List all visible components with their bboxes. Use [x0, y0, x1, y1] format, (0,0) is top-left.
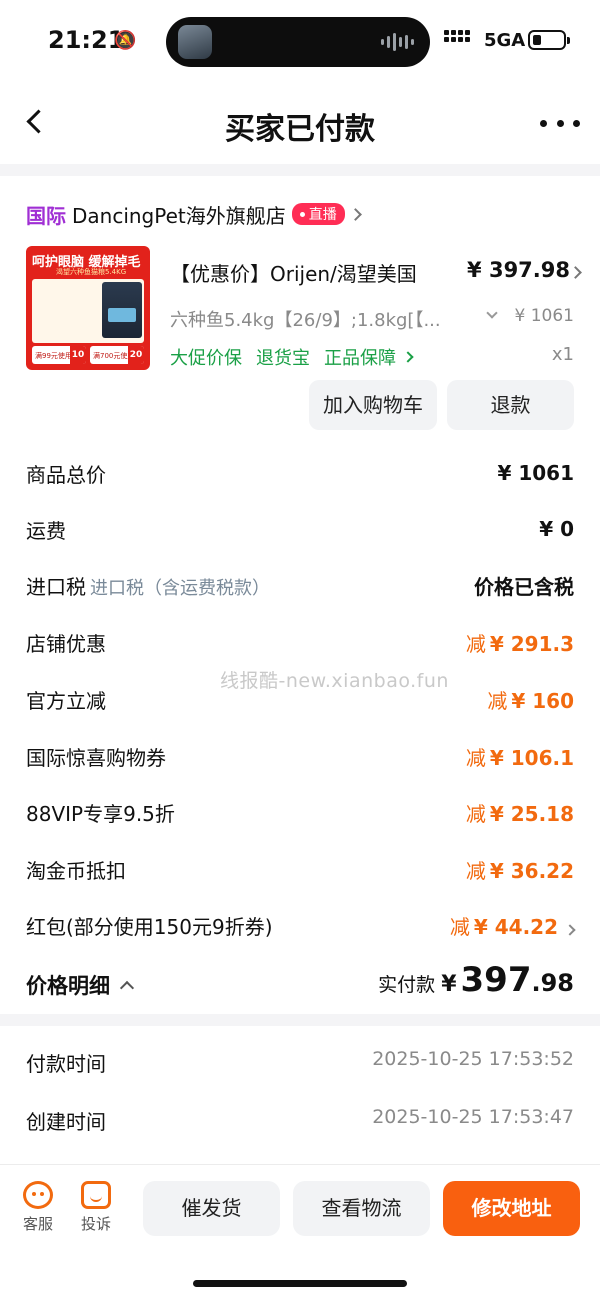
- create-time-value: 2025-10-25 17:53:47: [372, 1106, 574, 1128]
- discount-row: 88VIP专享9.5折 减 ¥ 25.18: [26, 801, 574, 826]
- more-dots-icon[interactable]: [540, 108, 580, 138]
- paid-amount: 实付款 ¥ 397 .98: [378, 960, 574, 1000]
- price-detail-toggle[interactable]: 价格明细: [26, 970, 135, 1000]
- order-time-card: 付款时间 2025-10-25 17:53:52 创建时间 2025-10-25…: [0, 1026, 600, 1164]
- shop-name[interactable]: DancingPet海外旗舰店: [72, 200, 286, 229]
- chevron-right-icon[interactable]: [569, 266, 582, 279]
- thumb-coupon: 满700元使用 20: [90, 346, 144, 364]
- import-tax-row: 进口税 进口税（含运费税款） 价格已含税: [26, 570, 574, 600]
- badge-price-protect: 大促价保: [170, 348, 242, 369]
- audio-wave-icon: [381, 32, 414, 52]
- product-original-price: ¥ 1061: [514, 306, 574, 326]
- product-sku[interactable]: 六种鱼5.4kg【26/9】;1.8kg[【...: [170, 306, 441, 332]
- badge-authentic: 正品保障: [324, 348, 396, 369]
- complain-button[interactable]: 投诉: [76, 1181, 116, 1234]
- signal-icon: [444, 30, 470, 42]
- chevron-down-icon[interactable]: [486, 307, 498, 319]
- chevron-right-icon: [564, 923, 576, 936]
- nav-bar: 买家已付款: [0, 84, 600, 164]
- view-logistics-button[interactable]: 查看物流: [293, 1181, 430, 1236]
- watermark: 线报酷-new.xianbao.fun: [220, 670, 449, 692]
- chevron-up-icon: [119, 980, 135, 996]
- badge-return-insurance: 退货宝: [256, 348, 310, 369]
- thumb-coupon: 满99元使用 10: [32, 346, 86, 364]
- thumb-product-bag: [102, 282, 142, 338]
- status-time: 21:21: [48, 26, 125, 54]
- shipping-row: 运费 ¥ 0: [26, 517, 574, 543]
- create-time-row: 创建时间 2025-10-25 17:53:47: [26, 1106, 574, 1134]
- chevron-right-icon: [348, 207, 362, 221]
- refund-button[interactable]: 退款: [447, 380, 574, 430]
- goods-total-value: ¥ 1061: [497, 461, 574, 485]
- pay-time-row: 付款时间 2025-10-25 17:53:52: [26, 1048, 574, 1076]
- product-price: ¥ 397.98: [467, 258, 570, 282]
- pay-time-value: 2025-10-25 17:53:52: [372, 1048, 574, 1070]
- battery-icon: [528, 30, 570, 50]
- shop-intl-tag: 国际: [26, 203, 66, 228]
- urge-shipping-button[interactable]: 催发货: [143, 1181, 280, 1236]
- shop-header[interactable]: 国际 DancingPet海外旗舰店 直播: [26, 200, 362, 229]
- discount-row: 淘金币抵扣 减 ¥ 36.22: [26, 858, 574, 883]
- discount-row: 国际惊喜购物券 减 ¥ 106.1: [26, 745, 574, 770]
- home-indicator[interactable]: [193, 1280, 407, 1287]
- shipping-value: ¥ 0: [539, 517, 574, 541]
- import-tax-value: 价格已含税: [474, 574, 574, 599]
- change-address-button[interactable]: 修改地址: [443, 1181, 580, 1236]
- island-avatar: [178, 25, 212, 59]
- order-card: 国际 DancingPet海外旗舰店 直播 呵护眼脑 缓解掉毛 渴望六种鱼猫粮5…: [0, 176, 600, 1014]
- product-thumbnail[interactable]: 呵护眼脑 缓解掉毛 渴望六种鱼猫粮5.4KG 满99元使用 10 满700元使用 2…: [26, 246, 150, 370]
- customer-service-button[interactable]: 客服: [18, 1181, 58, 1234]
- order-detail-page: 21:21 🔕 5GA 买家已付款 国际 DancingPet海外旗舰店 直播 …: [0, 0, 600, 1300]
- product-quantity: x1: [551, 344, 574, 365]
- network-type: 5GA: [484, 30, 526, 51]
- product-title[interactable]: 【优惠价】Orijen/渴望美国: [170, 258, 417, 287]
- complain-icon: [81, 1181, 111, 1209]
- dynamic-island: [166, 17, 430, 67]
- thumb-subtitle: 渴望六种鱼猫粮5.4KG: [56, 268, 127, 276]
- service-badges[interactable]: 大促价保 退货宝 正品保障: [170, 344, 414, 370]
- red-packet-row[interactable]: 红包(部分使用150元9折券) 减 ¥ 44.22: [26, 910, 576, 940]
- chevron-right-icon: [402, 351, 414, 363]
- mute-bell-icon: 🔕: [114, 30, 137, 51]
- page-title: 买家已付款: [225, 112, 375, 147]
- discount-row: 店铺优惠 减 ¥ 291.3: [26, 631, 574, 656]
- status-bar: 21:21 🔕 5GA: [0, 0, 600, 84]
- add-to-cart-button[interactable]: 加入购物车: [309, 380, 437, 430]
- goods-total-row: 商品总价 ¥ 1061: [26, 461, 574, 487]
- live-badge: 直播: [291, 203, 345, 225]
- customer-service-icon: [23, 1181, 53, 1209]
